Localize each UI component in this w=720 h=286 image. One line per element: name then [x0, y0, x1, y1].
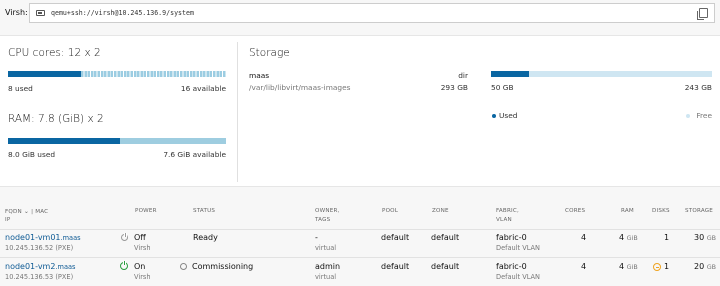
- header-separator: |: [31, 209, 34, 215]
- header-status[interactable]: STATUS: [193, 207, 215, 216]
- storage-unit: GB: [706, 234, 717, 242]
- resources-card: CPU cores: 12 x 2 8 used 16 available RA…: [0, 35, 720, 187]
- storage-unit: GB: [706, 263, 717, 271]
- pool: default: [381, 262, 410, 271]
- zone: default: [431, 262, 460, 271]
- fqdn-host[interactable]: node01-vm01: [5, 233, 61, 242]
- ram-value: 4: [619, 233, 625, 242]
- ram-available-label: 7.6 GiB available: [163, 150, 226, 159]
- header-fabric[interactable]: FABRIC,: [496, 207, 519, 216]
- storage-pool-path: /var/lib/libvirt/maas-images: [249, 83, 351, 92]
- header-tags: TAGS: [315, 217, 331, 223]
- ram-used-label: 8.0 GiB used: [8, 150, 56, 159]
- free-legend-dot: [686, 114, 690, 118]
- storage-title: Storage: [249, 47, 290, 59]
- power-type: Virsh: [134, 273, 151, 281]
- storage-free-segment: [529, 71, 712, 77]
- header-fqdn[interactable]: FQDN ⌄ | MAC: [5, 207, 48, 217]
- status-text: Commissioning: [192, 262, 254, 271]
- cores: 4: [581, 262, 587, 271]
- ram-used-segment: [8, 138, 120, 144]
- disks: 1: [664, 262, 670, 271]
- header-pool[interactable]: POOL: [382, 207, 398, 216]
- zone: default: [431, 233, 460, 242]
- ip-address: 10.245.136.53 (PXE): [5, 273, 74, 281]
- header-vlan: VLAN: [496, 217, 512, 223]
- pool: default: [381, 233, 410, 242]
- owner: -: [315, 233, 318, 242]
- storage-legend-used: Used: [499, 111, 518, 120]
- storage-value: 30: [694, 233, 705, 242]
- fqdn-host[interactable]: node01-vm2: [5, 262, 55, 271]
- ip-address: 10.245.136.52 (PXE): [5, 244, 74, 252]
- cpu-used-segment: [8, 71, 81, 77]
- fqdn-link[interactable]: node01-vm2.maas: [5, 262, 75, 271]
- storage-cell: 20 GB: [694, 262, 716, 271]
- storage-pool-name: maas: [249, 71, 270, 80]
- ram-unit: GiB: [626, 234, 638, 242]
- header-owner[interactable]: OWNER,: [315, 207, 340, 216]
- warning-icon[interactable]: [653, 263, 661, 271]
- virsh-address-text: qemu+ssh://virsh@10.245.136.9/system: [51, 9, 194, 17]
- virsh-label: Virsh:: [5, 8, 28, 17]
- header-zone[interactable]: ZONE: [432, 207, 449, 216]
- virsh-address-field[interactable]: qemu+ssh://virsh@10.245.136.9/system: [29, 3, 715, 23]
- storage-pool-type: dir: [458, 71, 468, 80]
- ram-free-segment: [120, 138, 226, 144]
- storage-cell: 30 GB: [694, 233, 716, 242]
- vlan: Default VLAN: [496, 244, 540, 252]
- terminal-icon: [36, 10, 45, 16]
- status-pending-icon: [180, 263, 187, 270]
- cpu-title: CPU cores: 12 x 2: [8, 47, 101, 59]
- fqdn-domain[interactable]: .maas: [61, 234, 81, 242]
- fabric: fabric-0: [496, 262, 527, 271]
- cores: 4: [581, 233, 587, 242]
- ram-unit: GiB: [626, 263, 638, 271]
- power-state: On: [134, 262, 146, 271]
- fqdn-link[interactable]: node01-vm01.maas: [5, 233, 81, 242]
- cpu-free-segment: [81, 71, 226, 77]
- header-storage[interactable]: STORAGE: [685, 207, 713, 216]
- storage-free-label: 243 GB: [684, 83, 712, 92]
- owner: admin: [315, 262, 341, 271]
- cpu-available-label: 16 available: [180, 84, 226, 93]
- storage-used-label: 50 GB: [491, 83, 514, 92]
- header-cores[interactable]: CORES: [565, 207, 585, 216]
- row-separator: [0, 257, 720, 258]
- ram-cell: 4 GiB: [619, 262, 638, 271]
- power-state: Off: [134, 233, 146, 242]
- fabric: fabric-0: [496, 233, 527, 242]
- table-row[interactable]: node01-vm2.maas 10.245.136.53 (PXE) On V…: [0, 259, 720, 286]
- power-on-icon: [120, 260, 128, 270]
- table-row[interactable]: node01-vm01.maas 10.245.136.52 (PXE) Off…: [0, 230, 720, 257]
- fqdn-domain[interactable]: .maas: [55, 263, 75, 271]
- storage-value: 20: [694, 262, 705, 271]
- tags: virtual: [315, 273, 337, 281]
- virsh-address-bar: Virsh: qemu+ssh://virsh@10.245.136.9/sys…: [0, 0, 720, 26]
- used-legend-dot: [492, 114, 496, 118]
- storage-pool-size: 293 GB: [440, 83, 468, 92]
- power-off-icon: [121, 233, 128, 241]
- header-ram[interactable]: RAM: [621, 207, 634, 216]
- header-ip: IP: [5, 217, 11, 223]
- cpu-used-label: 8 used: [8, 84, 33, 93]
- disks: 1: [664, 233, 670, 242]
- storage-used-segment: [491, 71, 529, 77]
- storage-legend-free: Free: [696, 111, 712, 120]
- power-type: Virsh: [134, 244, 151, 252]
- chevron-down-icon[interactable]: ⌄: [24, 208, 29, 215]
- tags: virtual: [315, 244, 337, 252]
- header-mac-label[interactable]: MAC: [35, 209, 48, 215]
- vlan: Default VLAN: [496, 273, 540, 281]
- header-power[interactable]: POWER: [135, 207, 157, 216]
- resources-divider: [237, 42, 238, 182]
- header-disks[interactable]: DISKS: [652, 207, 670, 216]
- status-text: Ready: [193, 233, 218, 242]
- header-fqdn-label[interactable]: FQDN: [5, 209, 22, 215]
- ram-cell: 4 GiB: [619, 233, 638, 242]
- ram-title: RAM: 7.8 (GiB) x 2: [8, 113, 104, 125]
- ram-value: 4: [619, 262, 625, 271]
- copy-icon[interactable]: [697, 8, 708, 20]
- machines-table-header: FQDN ⌄ | MAC IP POWER STATUS OWNER, TAGS…: [0, 207, 720, 229]
